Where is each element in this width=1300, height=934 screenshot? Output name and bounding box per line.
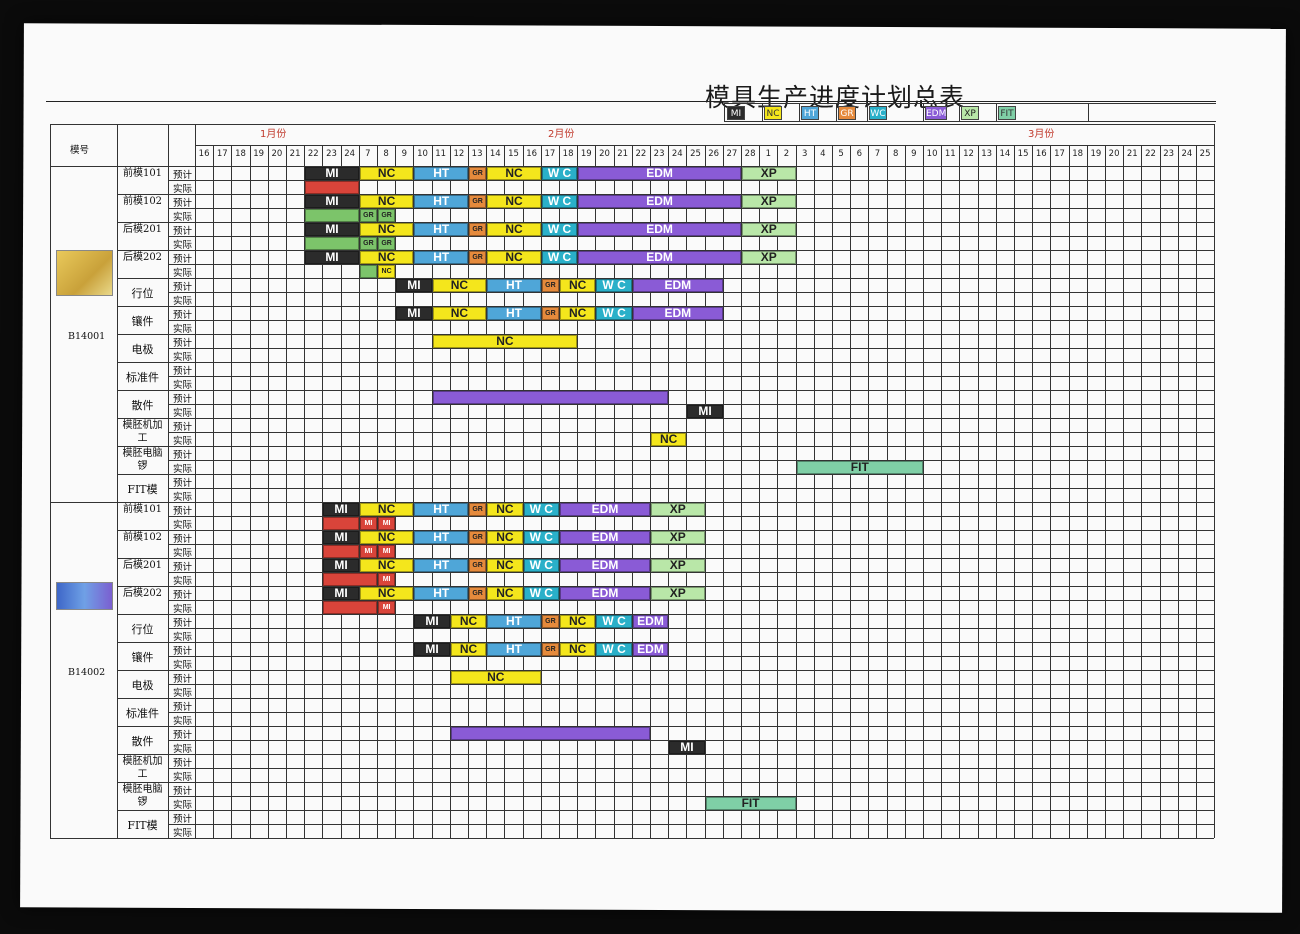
- legend-item-gr: GR: [838, 106, 856, 120]
- legend-item-mi: MI: [727, 106, 745, 120]
- title-rule: [46, 101, 1216, 102]
- legend-item-edm: EDM: [925, 106, 947, 120]
- legend-item-wc: WC: [869, 106, 887, 120]
- legend-item-ht: HT: [801, 106, 819, 120]
- paper-sheet: [20, 23, 1286, 913]
- legend-item-xp: XP: [961, 106, 979, 120]
- legend-item-fit: FIT: [998, 106, 1016, 120]
- legend-item-nc: NC: [764, 106, 782, 120]
